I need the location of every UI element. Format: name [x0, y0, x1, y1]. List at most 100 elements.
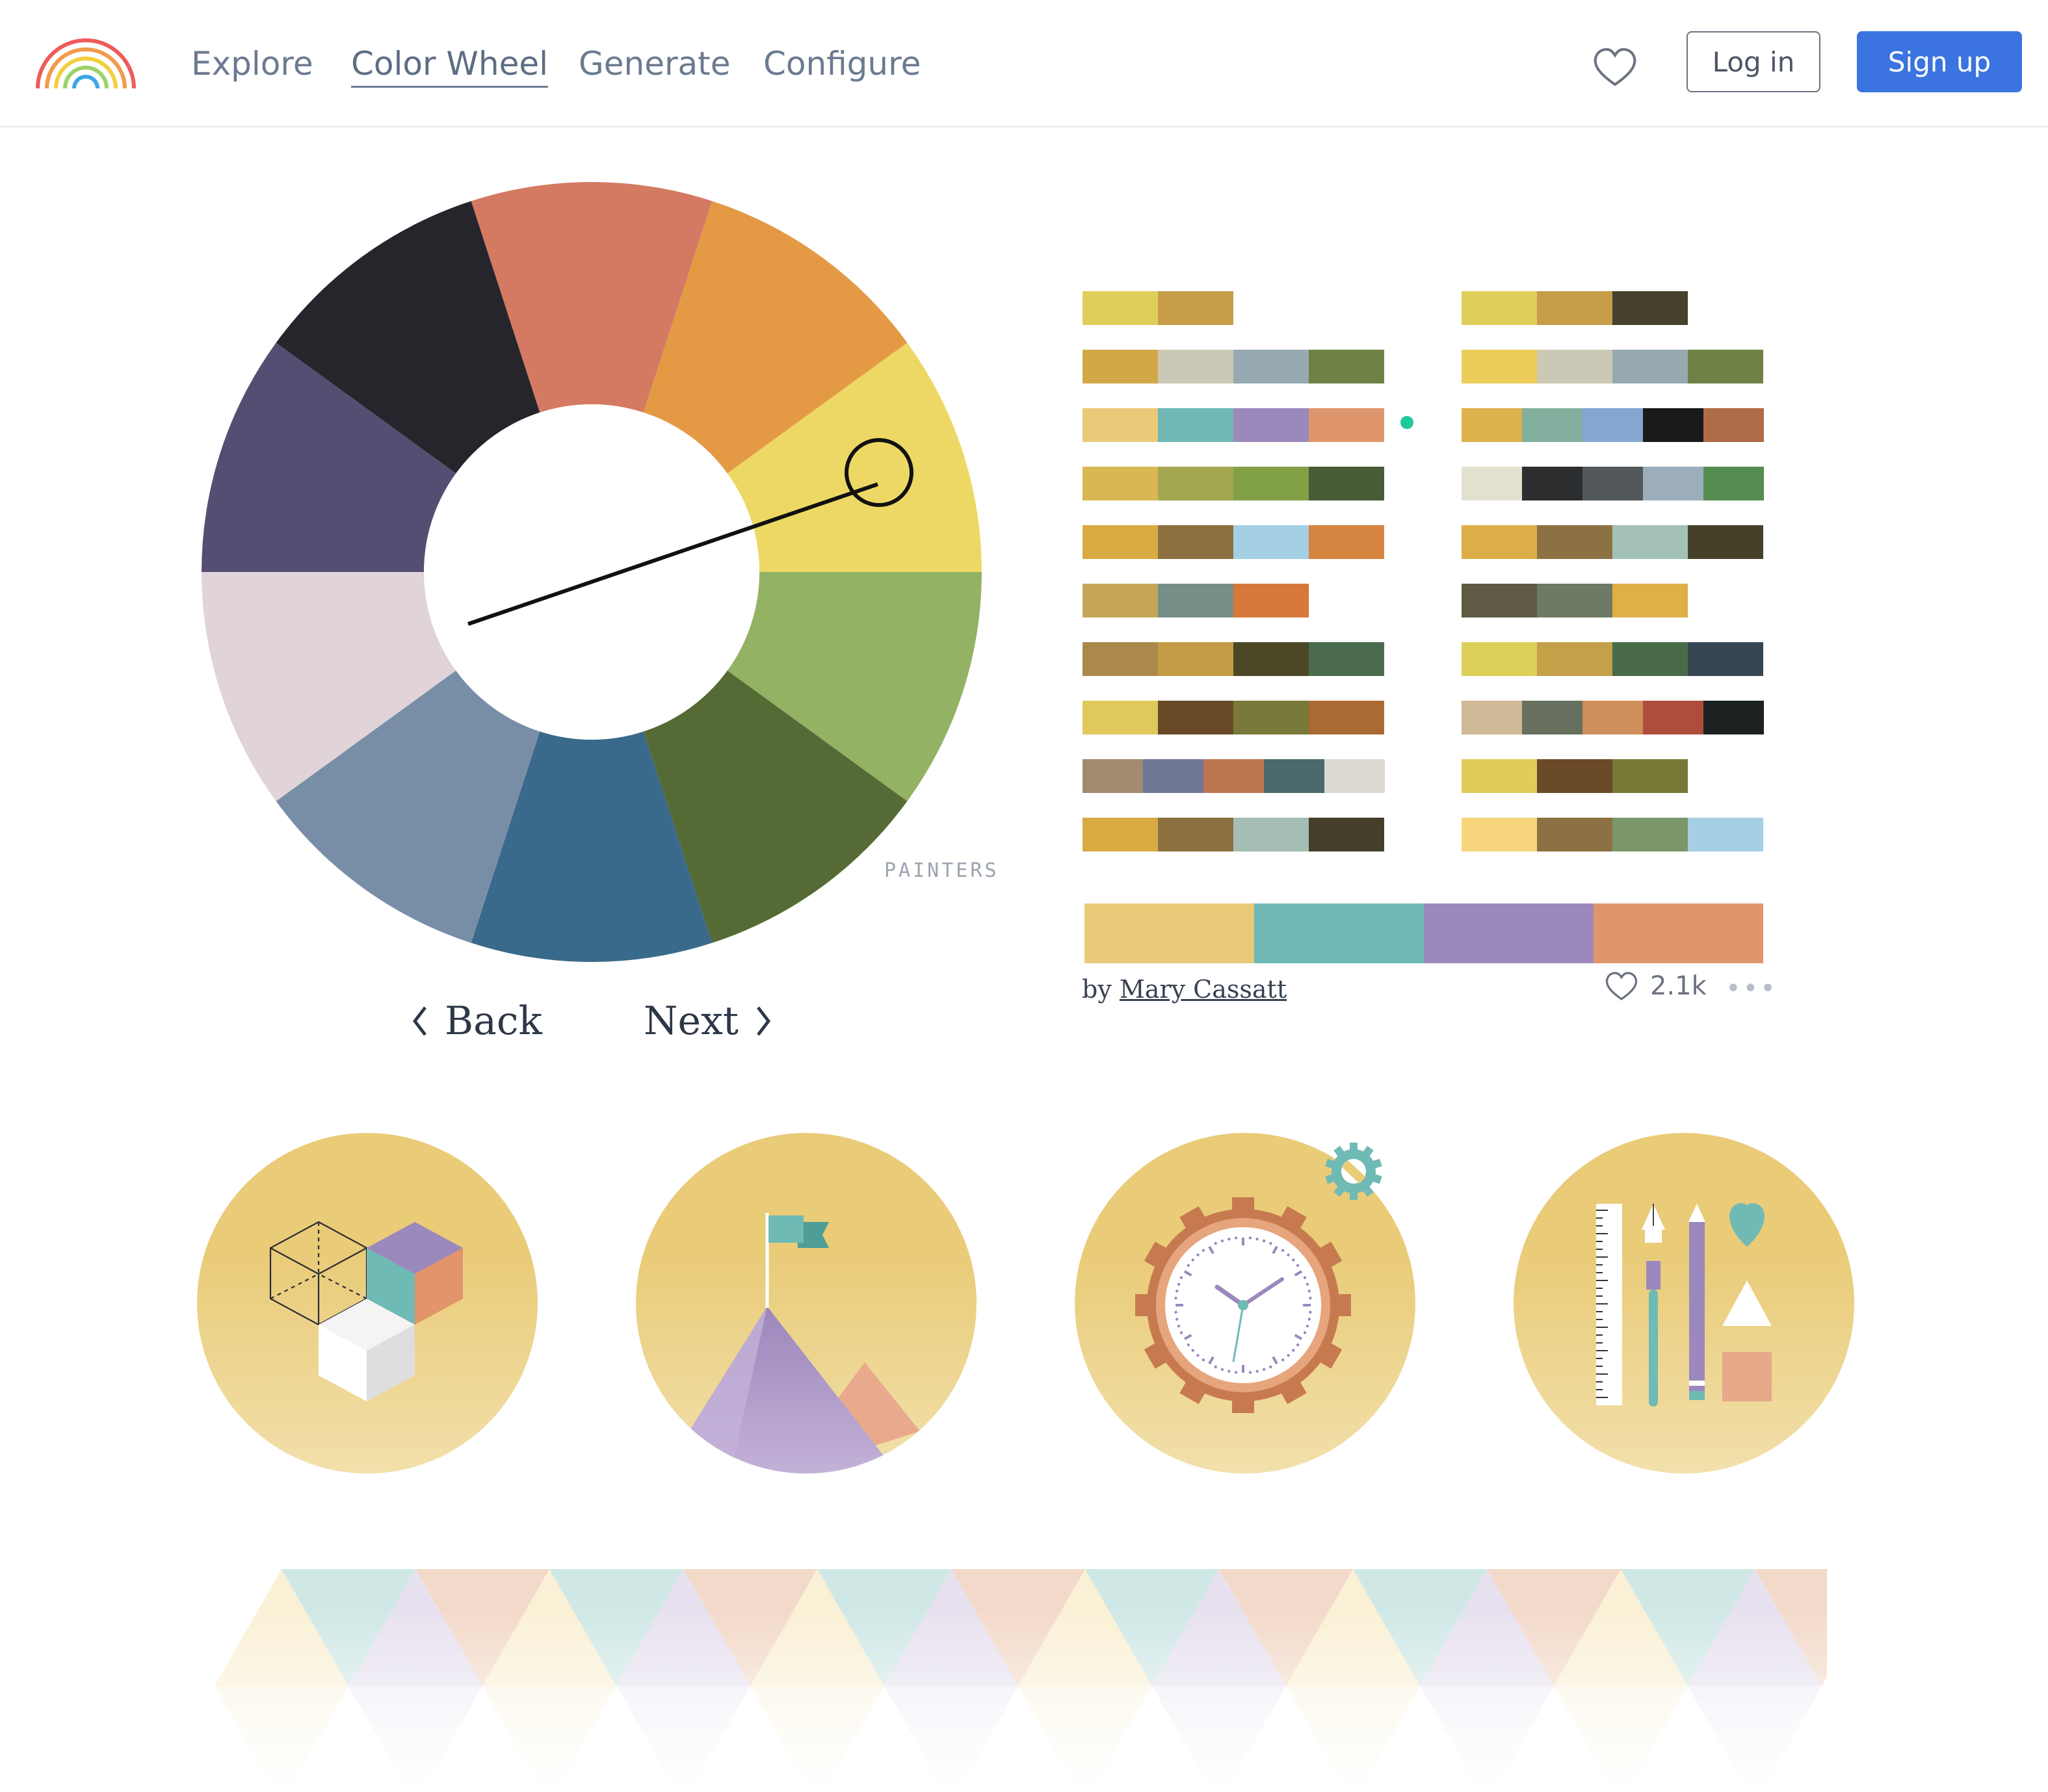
color-swatch[interactable]	[1462, 291, 1537, 325]
color-swatch[interactable]	[1083, 818, 1158, 851]
color-wheel[interactable]	[195, 175, 988, 968]
color-swatch[interactable]	[1309, 408, 1384, 442]
palette-row[interactable]	[1462, 291, 1688, 325]
color-swatch[interactable]	[1537, 350, 1612, 383]
palette-row[interactable]	[1083, 291, 1233, 325]
nav-link-configure[interactable]: Configure	[763, 44, 921, 83]
color-swatch[interactable]	[1083, 701, 1158, 734]
nav-link-generate[interactable]: Generate	[579, 44, 731, 83]
color-swatch[interactable]	[1537, 759, 1612, 793]
color-swatch[interactable]	[1612, 818, 1688, 851]
color-swatch[interactable]	[1703, 408, 1764, 442]
color-swatch[interactable]	[1462, 525, 1537, 559]
color-swatch[interactable]	[1582, 701, 1643, 734]
color-swatch[interactable]	[1537, 525, 1612, 559]
color-swatch[interactable]	[1612, 291, 1688, 325]
color-swatch[interactable]	[1537, 642, 1612, 676]
color-swatch[interactable]	[1233, 818, 1309, 851]
color-swatch[interactable]	[1612, 525, 1688, 559]
color-swatch[interactable]	[1233, 350, 1309, 383]
color-swatch[interactable]	[1083, 642, 1158, 676]
color-swatch[interactable]	[1688, 350, 1763, 383]
color-swatch[interactable]	[1688, 642, 1763, 676]
palette-row[interactable]	[1083, 467, 1384, 500]
color-swatch[interactable]	[1703, 701, 1764, 734]
color-swatch[interactable]	[1264, 759, 1324, 793]
color-swatch[interactable]	[1462, 408, 1522, 442]
palette-row[interactable]	[1083, 818, 1384, 851]
color-swatch[interactable]	[1083, 525, 1158, 559]
color-swatch[interactable]	[1522, 701, 1582, 734]
color-swatch[interactable]	[1158, 408, 1233, 442]
color-swatch[interactable]	[1233, 467, 1309, 500]
color-swatch[interactable]	[1612, 642, 1688, 676]
palette-row[interactable]	[1462, 350, 1763, 383]
color-swatch[interactable]	[1462, 584, 1537, 617]
next-button[interactable]: Next	[644, 998, 772, 1044]
palette-row[interactable]	[1462, 525, 1763, 559]
color-swatch[interactable]	[1688, 525, 1763, 559]
color-swatch[interactable]	[1158, 467, 1233, 500]
color-swatch[interactable]	[1462, 818, 1537, 851]
color-swatch[interactable]	[1158, 584, 1233, 617]
palette-row[interactable]	[1083, 350, 1384, 383]
color-swatch[interactable]	[1233, 584, 1309, 617]
featured-swatch[interactable]	[1084, 903, 1254, 963]
featured-swatch[interactable]	[1254, 903, 1424, 963]
color-swatch[interactable]	[1158, 701, 1233, 734]
author-link[interactable]: Mary Cassatt	[1120, 975, 1287, 1004]
color-swatch[interactable]	[1522, 408, 1582, 442]
featured-swatch[interactable]	[1594, 903, 1763, 963]
color-swatch[interactable]	[1083, 408, 1158, 442]
color-swatch[interactable]	[1158, 291, 1233, 325]
color-swatch[interactable]	[1537, 584, 1612, 617]
color-swatch[interactable]	[1233, 642, 1309, 676]
color-swatch[interactable]	[1643, 467, 1703, 500]
heart-icon[interactable]	[1593, 47, 1637, 87]
color-swatch[interactable]	[1612, 759, 1688, 793]
like-button[interactable]: 2.1k	[1605, 971, 1707, 1001]
color-swatch[interactable]	[1158, 818, 1233, 851]
color-swatch[interactable]	[1612, 584, 1688, 617]
palette-row[interactable]	[1462, 759, 1688, 793]
featured-swatch[interactable]	[1424, 903, 1594, 963]
color-swatch[interactable]	[1522, 467, 1582, 500]
palette-row[interactable]	[1462, 584, 1688, 617]
nav-link-color-wheel[interactable]: Color Wheel	[351, 44, 548, 88]
color-swatch[interactable]	[1083, 291, 1158, 325]
color-swatch[interactable]	[1462, 350, 1537, 383]
color-swatch[interactable]	[1158, 525, 1233, 559]
palette-row[interactable]	[1083, 584, 1309, 617]
palette-row[interactable]	[1462, 467, 1764, 500]
color-swatch[interactable]	[1309, 818, 1384, 851]
palette-row[interactable]	[1462, 408, 1764, 442]
palette-row[interactable]	[1083, 642, 1384, 676]
featured-palette[interactable]	[1084, 903, 1763, 963]
color-swatch[interactable]	[1158, 350, 1233, 383]
back-button[interactable]: Back	[411, 998, 542, 1044]
color-swatch[interactable]	[1462, 701, 1522, 734]
palette-row[interactable]	[1462, 818, 1763, 851]
palette-row[interactable]	[1462, 642, 1763, 676]
color-swatch[interactable]	[1324, 759, 1385, 793]
color-swatch[interactable]	[1083, 759, 1143, 793]
color-swatch[interactable]	[1582, 408, 1643, 442]
palette-row[interactable]	[1083, 525, 1384, 559]
color-swatch[interactable]	[1233, 525, 1309, 559]
color-swatch[interactable]	[1083, 584, 1158, 617]
color-swatch[interactable]	[1158, 642, 1233, 676]
color-swatch[interactable]	[1462, 642, 1537, 676]
signup-button[interactable]: Sign up	[1857, 31, 2022, 92]
color-swatch[interactable]	[1233, 701, 1309, 734]
nav-link-explore[interactable]: Explore	[191, 44, 313, 83]
color-swatch[interactable]	[1083, 350, 1158, 383]
color-swatch[interactable]	[1537, 818, 1612, 851]
color-swatch[interactable]	[1462, 467, 1522, 500]
color-swatch[interactable]	[1643, 701, 1703, 734]
color-swatch[interactable]	[1309, 642, 1384, 676]
palette-row[interactable]	[1083, 759, 1385, 793]
color-swatch[interactable]	[1688, 818, 1763, 851]
color-swatch[interactable]	[1083, 467, 1158, 500]
color-swatch[interactable]	[1643, 408, 1703, 442]
color-swatch[interactable]	[1309, 701, 1384, 734]
